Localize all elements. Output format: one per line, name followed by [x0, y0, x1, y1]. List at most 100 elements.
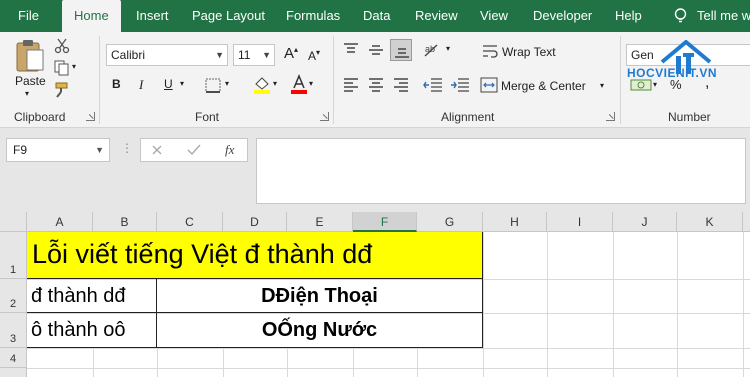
- insert-function-button[interactable]: fx: [225, 142, 234, 158]
- name-box[interactable]: F9 ▼: [6, 138, 110, 162]
- bold-button[interactable]: B: [112, 77, 121, 91]
- column-header-h[interactable]: H: [483, 212, 547, 232]
- tab-view[interactable]: View: [480, 0, 508, 32]
- tab-insert[interactable]: Insert: [136, 0, 169, 32]
- formula-input[interactable]: [256, 138, 746, 204]
- font-color-icon[interactable]: [290, 74, 308, 94]
- excel-window: File Home Insert Page Layout Formulas Da…: [0, 0, 750, 377]
- cell-a3[interactable]: ô thành oô: [27, 313, 157, 348]
- column-header-k[interactable]: K: [677, 212, 743, 232]
- tell-me-search[interactable]: Tell me wh: [697, 0, 750, 32]
- underline-chevron-down-icon[interactable]: ▾: [180, 79, 184, 88]
- alignment-launcher-icon[interactable]: [606, 112, 615, 121]
- paste-chevron-down-icon[interactable]: ▾: [25, 89, 29, 98]
- cell-c3-merged[interactable]: OỐng Nước: [157, 313, 483, 348]
- row-header-4[interactable]: 4: [0, 348, 27, 368]
- wrap-text-button[interactable]: Wrap Text: [502, 45, 556, 59]
- column-header-c[interactable]: C: [157, 212, 223, 232]
- ribbon-tab-bar: File Home Insert Page Layout Formulas Da…: [0, 0, 750, 32]
- tab-help[interactable]: Help: [615, 0, 642, 32]
- tab-review[interactable]: Review: [415, 0, 458, 32]
- column-header-d[interactable]: D: [223, 212, 287, 232]
- shrink-font-glyph: A: [308, 49, 317, 63]
- column-header-j[interactable]: J: [613, 212, 677, 232]
- name-box-value: F9: [13, 143, 28, 157]
- column-header-overflow[interactable]: [743, 212, 750, 232]
- clipboard-launcher-icon[interactable]: [86, 112, 95, 121]
- format-painter-icon[interactable]: [54, 82, 70, 98]
- name-box-chevron-down-icon[interactable]: ▼: [95, 139, 104, 161]
- column-header-e[interactable]: E: [287, 212, 353, 232]
- row-header-5[interactable]: [0, 368, 27, 377]
- cell-a2[interactable]: đ thành dđ: [27, 279, 157, 313]
- font-size-value: 11: [238, 48, 251, 62]
- borders-chevron-down-icon[interactable]: ▾: [225, 79, 229, 88]
- merge-center-chevron-down-icon[interactable]: ▾: [600, 81, 604, 90]
- column-header-a[interactable]: A: [27, 212, 93, 232]
- middle-align-icon[interactable]: [367, 42, 385, 58]
- merge-center-icon[interactable]: [480, 77, 498, 93]
- row-header-1[interactable]: 1: [0, 232, 27, 279]
- enter-check-icon[interactable]: [187, 144, 201, 156]
- cell-c2-text: DĐiện Thoại: [261, 285, 378, 307]
- top-align-icon[interactable]: [342, 42, 360, 58]
- column-header-i[interactable]: I: [547, 212, 613, 232]
- copy-icon[interactable]: [54, 60, 70, 76]
- wrap-text-icon[interactable]: [481, 43, 499, 59]
- tab-developer[interactable]: Developer: [533, 0, 592, 32]
- tab-data[interactable]: Data: [363, 0, 390, 32]
- tab-home[interactable]: Home: [62, 0, 121, 32]
- fill-color-bucket-icon[interactable]: [252, 74, 272, 94]
- italic-button[interactable]: I: [139, 77, 143, 93]
- worksheet-grid[interactable]: A B C D E F G H I J K 1 2 3 4 Lỗi viết t…: [0, 212, 750, 377]
- cut-icon[interactable]: [54, 38, 70, 54]
- cell-c2-merged[interactable]: DĐiện Thoại: [157, 279, 483, 313]
- column-header-g[interactable]: G: [417, 212, 483, 232]
- font-name-combo[interactable]: Calibri ▼: [106, 44, 228, 66]
- group-divider: [99, 36, 100, 124]
- align-right-icon[interactable]: [392, 77, 410, 93]
- underline-button[interactable]: U: [164, 77, 173, 91]
- gridline: [223, 348, 224, 377]
- cell-a2-text: đ thành dđ: [31, 285, 126, 307]
- cancel-icon[interactable]: [151, 144, 163, 156]
- tab-page-layout[interactable]: Page Layout: [192, 0, 265, 32]
- font-color-chevron-down-icon[interactable]: ▾: [309, 79, 313, 88]
- column-header-f[interactable]: F: [353, 212, 417, 232]
- orientation-chevron-down-icon[interactable]: ▾: [446, 44, 450, 53]
- number-group-label: Number: [668, 110, 711, 124]
- orientation-icon[interactable]: ab: [422, 42, 446, 58]
- select-all-corner[interactable]: [0, 212, 27, 232]
- paste-icon[interactable]: [14, 38, 46, 74]
- font-name-chevron-down-icon[interactable]: ▼: [215, 45, 224, 65]
- alignment-group-label: Alignment: [441, 110, 495, 124]
- lightbulb-icon[interactable]: [672, 7, 689, 24]
- paste-button[interactable]: Paste: [15, 74, 46, 88]
- tab-formulas[interactable]: Formulas: [286, 0, 340, 32]
- decrease-indent-icon[interactable]: [423, 77, 443, 93]
- column-header-b[interactable]: B: [93, 212, 157, 232]
- font-size-chevron-down-icon[interactable]: ▼: [262, 45, 271, 65]
- merge-center-button[interactable]: Merge & Center: [501, 79, 586, 93]
- copy-chevron-down-icon[interactable]: ▾: [72, 62, 76, 71]
- gridline: [157, 348, 158, 377]
- align-left-icon[interactable]: [342, 77, 360, 93]
- increase-font-size-button[interactable]: A▴: [284, 45, 298, 62]
- bottom-align-button[interactable]: [390, 39, 412, 61]
- decrease-font-size-button[interactable]: A▾: [308, 48, 320, 63]
- gridline: [613, 232, 614, 377]
- align-center-icon[interactable]: [367, 77, 385, 93]
- borders-icon[interactable]: [205, 78, 223, 94]
- gridline: [353, 348, 354, 377]
- row-header-3[interactable]: 3: [0, 313, 27, 348]
- formula-bar-grip-icon[interactable]: ⋮: [121, 141, 133, 155]
- fill-color-chevron-down-icon[interactable]: ▾: [273, 79, 277, 88]
- font-launcher-icon[interactable]: [320, 112, 329, 121]
- row-header-2[interactable]: 2: [0, 279, 27, 313]
- font-size-combo[interactable]: 11 ▼: [233, 44, 275, 66]
- tab-file[interactable]: File: [18, 0, 39, 32]
- accounting-chevron-down-icon[interactable]: ▾: [653, 80, 657, 89]
- title-cell[interactable]: Lỗi viết tiếng Việt đ thành dđ: [27, 232, 483, 279]
- increase-indent-icon[interactable]: [450, 77, 470, 93]
- gridline: [287, 348, 288, 377]
